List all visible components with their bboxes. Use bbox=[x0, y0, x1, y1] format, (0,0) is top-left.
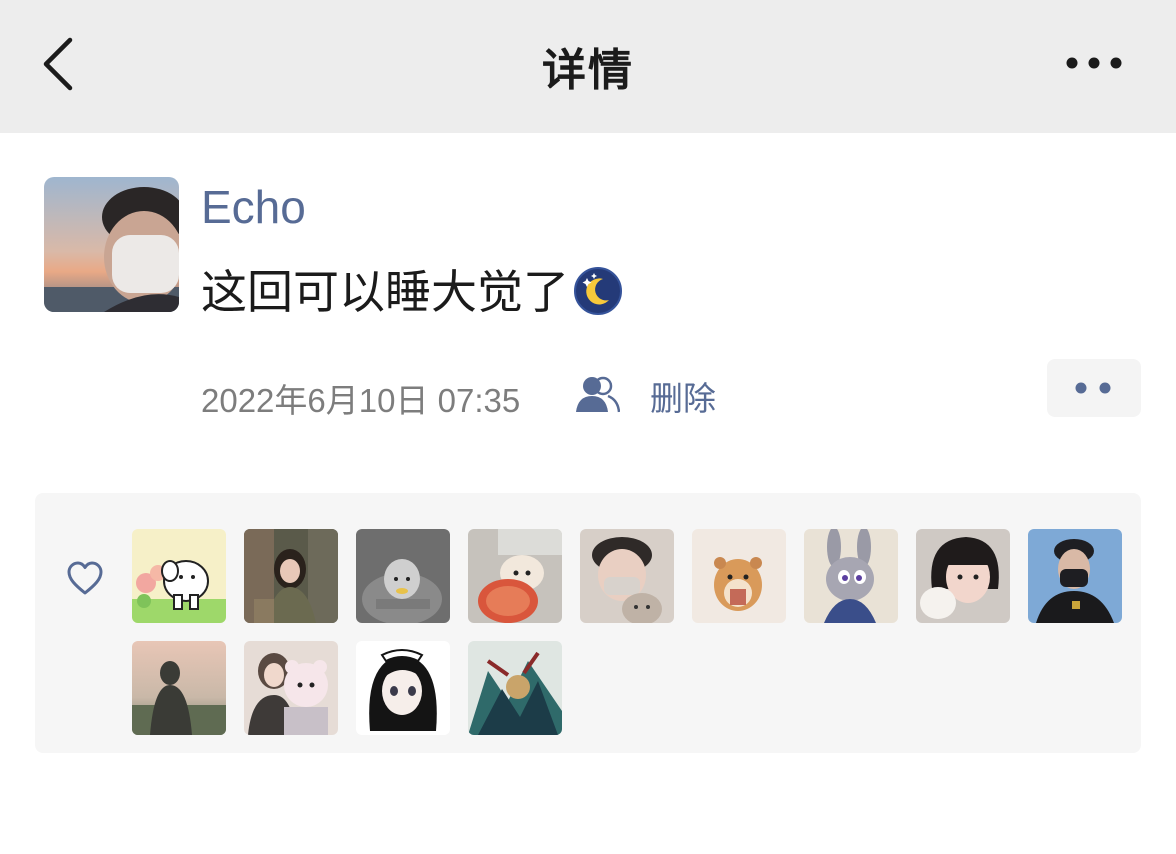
like-avatar-11[interactable] bbox=[244, 641, 338, 735]
comment-button[interactable] bbox=[1047, 359, 1141, 417]
like-avatar-9[interactable] bbox=[1028, 529, 1122, 623]
like-avatar-6[interactable] bbox=[692, 529, 786, 623]
post-content: 这回可以睡大觉了 bbox=[201, 256, 623, 322]
like-avatar-12[interactable] bbox=[356, 641, 450, 735]
page-title: 详情 bbox=[542, 45, 634, 96]
heart-outline-icon bbox=[67, 561, 103, 595]
like-avatar-1[interactable] bbox=[132, 529, 226, 623]
like-avatar-5[interactable] bbox=[580, 529, 674, 623]
post-text: 这回可以睡大觉了 bbox=[201, 265, 569, 319]
more-horizontal-icon[interactable] bbox=[1064, 52, 1124, 74]
navigation-bar: 详情 bbox=[0, 0, 1176, 133]
like-avatar-10[interactable] bbox=[132, 641, 226, 735]
moon-stars-emoji bbox=[574, 267, 622, 315]
like-avatar-3[interactable] bbox=[356, 529, 450, 623]
like-avatar-7[interactable] bbox=[804, 529, 898, 623]
post-timestamp: 2022年6月10日 07:35 bbox=[201, 382, 521, 419]
comment-dots-icon bbox=[1075, 382, 1111, 394]
delete-button[interactable]: 删除 bbox=[650, 372, 716, 420]
like-avatar-4[interactable] bbox=[468, 529, 562, 623]
author-avatar[interactable] bbox=[44, 177, 179, 312]
friends-visibility-icon[interactable] bbox=[574, 374, 620, 414]
like-avatar-8[interactable] bbox=[916, 529, 1010, 623]
like-avatar-13[interactable] bbox=[468, 641, 562, 735]
like-avatar-2[interactable] bbox=[244, 529, 338, 623]
author-name[interactable]: Echo bbox=[201, 180, 306, 234]
